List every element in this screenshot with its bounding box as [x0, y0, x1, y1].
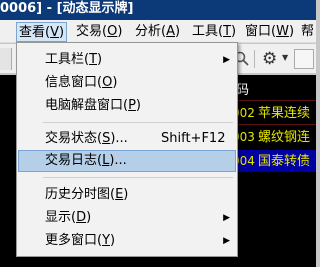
menu-item-toolbar[interactable]: 工具栏(T) ▶	[18, 49, 236, 71]
menu-trade[interactable]: 交易(O)	[74, 22, 124, 42]
menu-separator	[43, 177, 233, 178]
menu-item-trade-log[interactable]: 交易日志(L)...	[18, 150, 236, 172]
row-name: 苹果连续	[258, 106, 311, 121]
menu-help[interactable]: 帮	[299, 22, 316, 42]
window-title: 0006] - [动态显示牌]	[0, 1, 134, 16]
menu-view[interactable]: 查看(V)	[16, 22, 68, 42]
toolbar-button[interactable]	[294, 49, 314, 69]
toolbar-left-handle[interactable]	[0, 48, 12, 70]
table-row-selected[interactable]: 004 国泰转债	[232, 150, 316, 172]
menu-item-computer-analysis-window[interactable]: 电脑解盘窗口(P)	[18, 95, 236, 117]
menu-item-more-windows[interactable]: 更多窗口(Y) ▶	[18, 230, 236, 252]
menu-item-display[interactable]: 显示(D) ▶	[18, 207, 236, 229]
submenu-arrow-icon: ▶	[223, 236, 230, 246]
window-title-bar: 0006] - [动态显示牌]	[0, 0, 316, 20]
dropdown-arrow-icon[interactable]: ▼	[282, 53, 288, 62]
menu-separator	[43, 122, 233, 123]
menu-tools[interactable]: 工具(T)	[190, 22, 238, 42]
row-name: 国泰转债	[258, 154, 311, 169]
submenu-arrow-icon: ▶	[223, 213, 230, 223]
menu-window[interactable]: 窗口(W)	[243, 22, 296, 42]
menu-analysis[interactable]: 分析(A)	[133, 22, 182, 42]
menu-item-trade-status[interactable]: 交易状态(S)... Shift+F12	[18, 128, 236, 150]
shortcut-label: Shift+F12	[161, 131, 226, 146]
menu-item-info-window[interactable]: 信息窗口(O)	[18, 72, 236, 94]
row-name: 螺纹钢连	[258, 130, 311, 145]
gear-icon[interactable]: ⚙	[262, 49, 277, 69]
menu-item-history-timechart[interactable]: 历史分时图(E)	[18, 184, 236, 206]
grid-divider	[232, 124, 316, 125]
submenu-arrow-icon: ▶	[223, 55, 230, 65]
grid-divider	[232, 100, 316, 101]
menu-bar: 查看(V) 交易(O) 分析(A) 工具(T) 窗口(W) 帮	[0, 20, 316, 43]
view-menu-dropdown: 工具栏(T) ▶ 信息窗口(O) 电脑解盘窗口(P) 交易状态(S)... Sh…	[16, 42, 238, 257]
table-row[interactable]: 003 螺纹钢连	[232, 126, 316, 148]
toolbar-separator	[254, 50, 255, 68]
table-row[interactable]: 002 苹果连续	[232, 102, 316, 124]
